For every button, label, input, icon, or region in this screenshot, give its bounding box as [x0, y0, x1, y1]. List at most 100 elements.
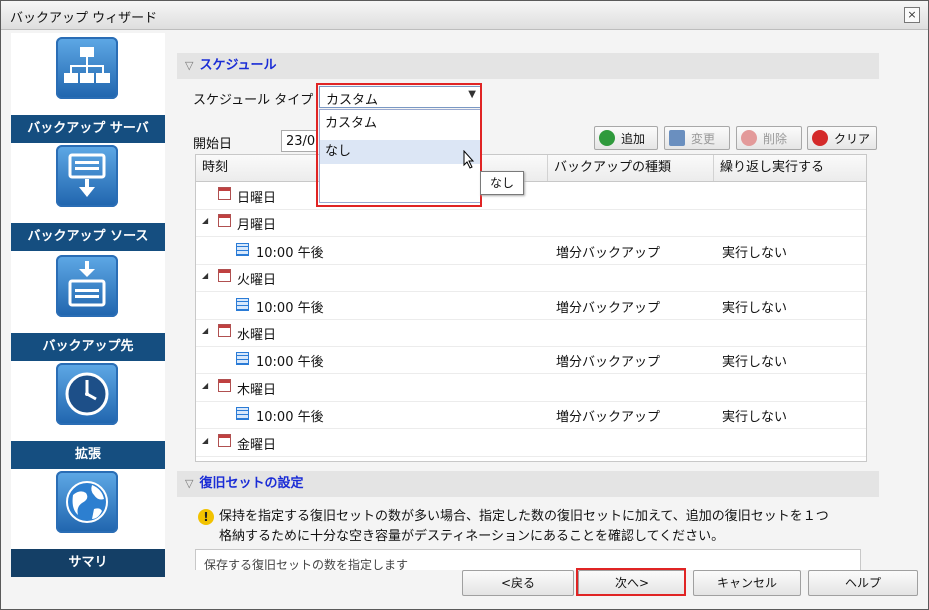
section-title: 復旧セットの設定	[199, 476, 304, 491]
network-server-icon	[56, 37, 118, 99]
dropdown-highlight-frame	[316, 83, 482, 207]
day-label: 水曜日	[237, 328, 277, 343]
backup-type-cell: 増分バックアップ	[556, 300, 661, 316]
table-row-day[interactable]: ◢ 火曜日	[196, 264, 866, 293]
clear-button-label: クリア	[834, 132, 871, 146]
wizard-sidebar: バックアップ サーバ バックアップ ソース バックアップ先 拡張 サマリ	[11, 33, 165, 577]
next-button-highlight	[576, 568, 686, 596]
expand-toggle-icon[interactable]: ◢	[202, 216, 208, 225]
table-row-time[interactable]: 10:00 午後 増分バックアップ 実行しない	[196, 237, 866, 265]
tooltip: なし	[480, 171, 524, 195]
help-button[interactable]: ヘルプ	[808, 570, 918, 596]
start-date-label: 開始日	[193, 137, 233, 152]
edit-button-label: 変更	[691, 132, 716, 146]
sidebar-item-label: バックアップ サーバ	[11, 115, 165, 143]
warning-icon: !	[198, 509, 214, 525]
add-button-label: 追加	[621, 132, 646, 146]
day-label: 月曜日	[237, 218, 277, 234]
clock-icon	[56, 363, 118, 425]
drive-download-icon	[56, 145, 118, 207]
drive-destination-icon	[56, 255, 118, 317]
edit-icon	[669, 130, 685, 146]
clear-button[interactable]: クリア	[807, 126, 877, 150]
time-slot-icon	[236, 242, 249, 256]
collapse-icon: ▽	[185, 477, 194, 490]
warning-line-1: 保持を指定する復旧セットの数が多い場合、指定した数の復旧セットに加えて、追加の復…	[219, 509, 829, 524]
main-content: ▽スケジュール スケジュール タイプ カスタム ▼ 開始日 23/09 追加 変…	[173, 37, 885, 570]
time-slot-icon	[236, 407, 249, 421]
add-button[interactable]: 追加	[594, 126, 658, 150]
calendar-icon	[218, 433, 231, 447]
repeat-cell: 実行しない	[722, 410, 788, 426]
cancel-button[interactable]: キャンセル	[693, 570, 801, 596]
schedule-table: 時刻 バックアップの種類 繰り返し実行する 日曜日 ◢ 月曜日 10:00 午後 増分バ…	[195, 154, 867, 462]
day-label: 木曜日	[237, 382, 277, 398]
column-header-repeat[interactable]: 繰り返し実行する	[714, 155, 866, 181]
time-label: 10:00 午後	[256, 245, 324, 261]
time-label: 10:00 午後	[256, 300, 324, 316]
expand-toggle-icon[interactable]: ◢	[202, 271, 208, 280]
close-button[interactable]: ×	[904, 7, 920, 23]
sidebar-item-backup-source[interactable]: バックアップ ソース	[11, 141, 165, 251]
time-slot-icon	[236, 297, 249, 311]
window-title: バックアップ ウィザード	[10, 11, 158, 26]
clear-icon	[812, 130, 828, 146]
day-label: 金曜日	[237, 437, 277, 453]
sidebar-item-advanced[interactable]: 拡張	[11, 359, 165, 469]
table-header: 時刻 バックアップの種類 繰り返し実行する	[196, 155, 866, 182]
sidebar-item-summary[interactable]: サマリ	[11, 467, 165, 577]
day-label: 火曜日	[237, 273, 277, 289]
calendar-icon	[218, 378, 231, 392]
warning-line-2: 格納するために十分な空き容量がデスティネーションにあることを確認してください。	[219, 529, 725, 544]
recovery-section-header[interactable]: ▽ 復旧セットの設定	[177, 471, 879, 497]
repeat-cell: 実行しない	[722, 355, 788, 371]
backup-type-cell: 増分バックアップ	[556, 410, 661, 426]
collapse-icon: ▽	[185, 59, 194, 72]
table-row-time[interactable]: 10:00 午後 増分バックアップ 実行しない	[196, 401, 866, 430]
expand-toggle-icon[interactable]: ◢	[202, 381, 208, 390]
sidebar-item-label: バックアップ ソース	[11, 223, 165, 251]
globe-icon	[56, 471, 118, 533]
table-row-day[interactable]: ◢ 金曜日	[196, 429, 866, 457]
add-icon	[599, 130, 615, 146]
day-label: 日曜日	[237, 191, 277, 206]
backup-type-cell: 増分バックアップ	[556, 355, 661, 371]
table-row-day[interactable]: ◢ 月曜日	[196, 209, 866, 238]
expand-toggle-icon[interactable]: ◢	[202, 326, 208, 335]
table-row-day[interactable]: 日曜日	[196, 182, 866, 210]
schedule-section-header[interactable]: ▽ スケジュール	[177, 53, 879, 79]
sidebar-item-backup-server[interactable]: バックアップ サーバ	[11, 33, 165, 143]
schedule-type-label: スケジュール タイプ	[193, 93, 314, 108]
column-header-backup-type[interactable]: バックアップの種類	[548, 155, 714, 181]
time-slot-icon	[236, 352, 249, 366]
sidebar-item-label: バックアップ先	[11, 333, 165, 361]
delete-button-label: 削除	[763, 132, 788, 146]
section-title: スケジュール	[199, 58, 277, 73]
table-row-time[interactable]: 10:00 午後 増分バックアップ 実行しない	[196, 346, 866, 375]
title-bar: バックアップ ウィザード ×	[1, 1, 928, 30]
table-row-day[interactable]: ◢ 水曜日	[196, 319, 866, 347]
sidebar-item-backup-destination[interactable]: バックアップ先	[11, 251, 165, 361]
calendar-icon	[218, 324, 231, 337]
calendar-icon	[218, 269, 231, 283]
delete-button[interactable]: 削除	[736, 126, 802, 150]
calendar-icon	[218, 214, 231, 228]
table-row-time[interactable]: 10:00 午後 増分バックアップ 実行しない	[196, 292, 866, 320]
recovery-settings-text: 保存する復旧セットの数を指定します	[204, 558, 409, 570]
time-label: 10:00 午後	[256, 410, 324, 426]
table-row-day[interactable]: ◢ 木曜日	[196, 374, 866, 402]
backup-wizard-window: バックアップ ウィザード × バックアップ サーバ バックアップ ソース バック…	[0, 0, 929, 610]
calendar-icon	[218, 187, 231, 200]
backup-type-cell: 増分バックアップ	[556, 245, 661, 261]
recovery-settings-box: 保存する復旧セットの数を指定します	[195, 549, 861, 570]
repeat-cell: 実行しない	[722, 245, 788, 261]
mouse-cursor-icon	[463, 150, 475, 169]
sidebar-item-label: 拡張	[11, 441, 165, 469]
edit-button[interactable]: 変更	[664, 126, 730, 150]
delete-icon	[741, 130, 757, 146]
back-button[interactable]: <戻る	[462, 570, 574, 596]
sidebar-item-label: サマリ	[11, 549, 165, 577]
start-date-input[interactable]: 23/09	[281, 130, 317, 152]
recovery-warning-text: 保持を指定する復旧セットの数が多い場合、指定した数の復旧セットに加えて、追加の復…	[219, 507, 869, 547]
expand-toggle-icon[interactable]: ◢	[202, 436, 208, 445]
